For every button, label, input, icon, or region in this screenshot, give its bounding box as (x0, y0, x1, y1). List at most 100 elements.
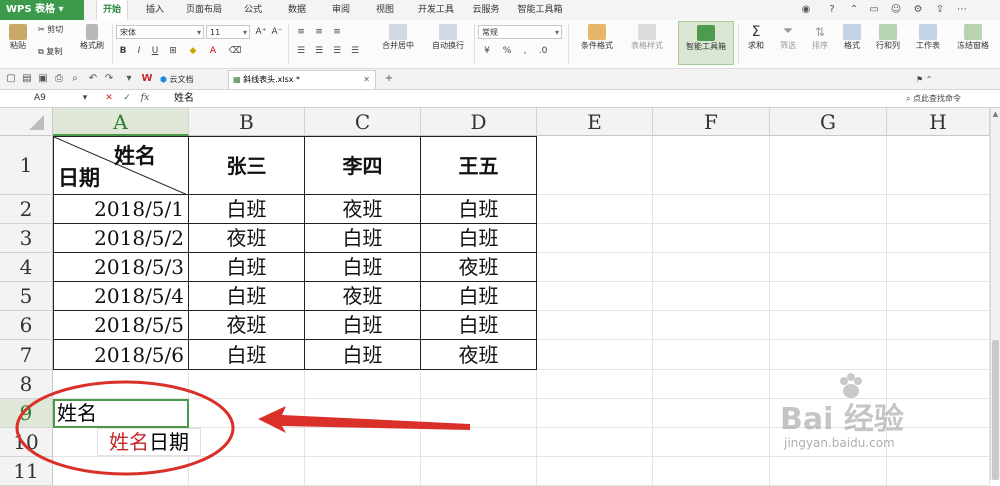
italic-icon[interactable]: I (132, 45, 146, 57)
conditional-format-button[interactable]: 条件格式 (574, 24, 620, 52)
sort-icon: ⇅ (814, 25, 826, 39)
ribbon-options[interactable]: ⚑ ⌃ (916, 70, 932, 89)
align-middle-icon[interactable]: ≡ (312, 26, 326, 38)
tab-formulas[interactable]: 公式 (238, 0, 268, 20)
smart-toolbox-button[interactable]: 智能工具箱 (678, 21, 734, 65)
more-icon[interactable]: ⋯ (956, 4, 968, 16)
doc-tab-label: 斜线表头.xlsx * (243, 75, 301, 84)
wrap-text-button[interactable]: 自动换行 (426, 24, 470, 52)
tab-page-layout[interactable]: 页面布局 (182, 0, 226, 20)
font-size-select[interactable]: 11 (206, 25, 250, 40)
command-search[interactable]: ⌕ 点此查找命令 (906, 91, 1000, 106)
merge-center-button[interactable]: 合并居中 (376, 24, 420, 52)
freeze-panes-button[interactable]: 冻结窗格 (950, 24, 996, 52)
font-grow-icon[interactable]: A⁺ (254, 26, 268, 38)
tab-data[interactable]: 数据 (282, 0, 312, 20)
tab-developer[interactable]: 开发工具 (414, 0, 458, 20)
watermark-url: jingyan.baidu.com (784, 436, 895, 450)
chevron-down-icon[interactable]: ▾ (122, 72, 136, 86)
brush-icon (86, 24, 98, 40)
freeze-label: 冻结窗格 (957, 41, 989, 50)
align-left-icon[interactable]: ☰ (294, 45, 308, 57)
doc-tab-active[interactable]: ▦ 斜线表头.xlsx * ✕ (228, 70, 376, 89)
align-center-icon[interactable]: ☰ (312, 45, 326, 57)
print-preview-icon[interactable]: ⌕ (68, 72, 82, 86)
filter-button[interactable]: ⏷ 筛选 (774, 24, 802, 52)
function-icon[interactable]: fx (138, 92, 152, 104)
share-icon[interactable]: ⇪ (934, 4, 946, 16)
app-menu-button[interactable]: WPS 表格 ▾ (0, 0, 84, 20)
tab-home[interactable]: 开始 (96, 0, 128, 20)
tab-view[interactable]: 视图 (370, 0, 400, 20)
cut-button[interactable]: ✂ 剪切 (38, 24, 63, 36)
annotation-ellipse (15, 380, 235, 476)
tab-smart-toolbox[interactable]: 智能工具箱 (512, 0, 568, 20)
cloud-docs-tab[interactable]: ⬢ 云文档 (160, 70, 194, 89)
tab-insert[interactable]: 插入 (140, 0, 170, 20)
border-icon[interactable]: ⊞ (166, 45, 180, 57)
fill-color-icon[interactable]: ◆ (186, 45, 200, 57)
worksheet-icon (919, 24, 937, 40)
scrollbar-thumb[interactable] (992, 340, 999, 480)
wps-logo-icon[interactable]: W (140, 72, 154, 86)
new-tab-icon[interactable]: + (382, 72, 396, 86)
align-bottom-icon[interactable]: ≡ (330, 26, 344, 38)
new-file-icon[interactable]: ▢ (4, 72, 18, 86)
font-name-select[interactable]: 宋体 (116, 25, 204, 40)
thousands-icon[interactable]: , (518, 45, 532, 57)
user-icon[interactable]: ☺ (890, 4, 902, 16)
close-icon[interactable]: ✕ (363, 71, 370, 89)
save-icon[interactable]: ▣ (36, 72, 50, 86)
confirm-icon[interactable]: ✓ (120, 92, 134, 104)
open-folder-icon[interactable]: ▤ (20, 72, 34, 86)
format-button[interactable]: 格式 (838, 24, 866, 52)
merge-center-label: 合并居中 (382, 41, 414, 50)
undo-icon[interactable]: ↶ (86, 72, 100, 86)
excel-file-icon: ▦ (233, 75, 241, 84)
percent-icon[interactable]: % (500, 45, 514, 57)
font-size-value: 11 (210, 28, 221, 37)
copy-button[interactable]: ⧉ 复制 (38, 46, 62, 58)
font-color-icon[interactable]: A (206, 45, 220, 57)
distribute-icon[interactable]: ☰ (348, 45, 362, 57)
cancel-icon[interactable]: ✕ (102, 92, 116, 104)
minimize-ribbon-icon[interactable]: ▭ (868, 4, 880, 16)
print-icon[interactable]: ⎙ (52, 72, 66, 86)
cloud-icon: ⬢ (160, 75, 167, 84)
row-col-label: 行和列 (876, 41, 900, 50)
chevron-down-icon[interactable]: ▾ (78, 92, 92, 104)
vertical-scrollbar[interactable]: ▲ (990, 108, 1000, 480)
redo-icon[interactable]: ↷ (102, 72, 116, 86)
scroll-up-icon[interactable]: ▲ (992, 110, 999, 118)
number-format-select[interactable]: 常规 (478, 25, 562, 40)
table-style-button[interactable]: 表格样式 (624, 24, 670, 52)
font-shrink-icon[interactable]: A⁻ (270, 26, 284, 38)
tab-review[interactable]: 审阅 (326, 0, 356, 20)
clear-format-icon[interactable]: ⌫ (228, 45, 242, 57)
skin-icon[interactable]: ◉ (800, 4, 812, 16)
align-right-icon[interactable]: ☰ (330, 45, 344, 57)
sort-button[interactable]: ⇅ 排序 (806, 24, 834, 52)
help-icon[interactable]: ? (826, 4, 838, 16)
format-label: 格式 (844, 41, 860, 50)
decimal-icon[interactable]: .0 (536, 45, 550, 57)
currency-icon[interactable]: ¥ (480, 45, 494, 57)
freeze-icon (964, 24, 982, 40)
sum-button[interactable]: Σ 求和 (742, 24, 770, 52)
settings-icon[interactable]: ⚙ (912, 4, 924, 16)
ribbon-options-icon: ⚑ (916, 75, 924, 84)
chevron-up-icon[interactable]: ⌃ (848, 4, 860, 16)
underline-icon[interactable]: U (148, 45, 162, 57)
row-col-button[interactable]: 行和列 (870, 24, 906, 52)
tab-cloud-service[interactable]: 云服务 (468, 0, 504, 20)
funnel-icon: ⏷ (782, 24, 794, 39)
formula-input[interactable]: 姓名 (174, 91, 194, 106)
smart-toolbox-label: 智能工具箱 (686, 42, 726, 51)
format-painter-button[interactable]: 格式刷 (76, 24, 108, 52)
worksheet-button[interactable]: 工作表 (910, 24, 946, 52)
watermark: Bai 经验 jingyan.baidu.com (780, 372, 980, 462)
align-top-icon[interactable]: ≡ (294, 26, 308, 38)
copy-label: 复制 (46, 47, 63, 56)
bold-icon[interactable]: B (116, 45, 130, 57)
paste-button[interactable]: 粘贴 (4, 24, 32, 52)
